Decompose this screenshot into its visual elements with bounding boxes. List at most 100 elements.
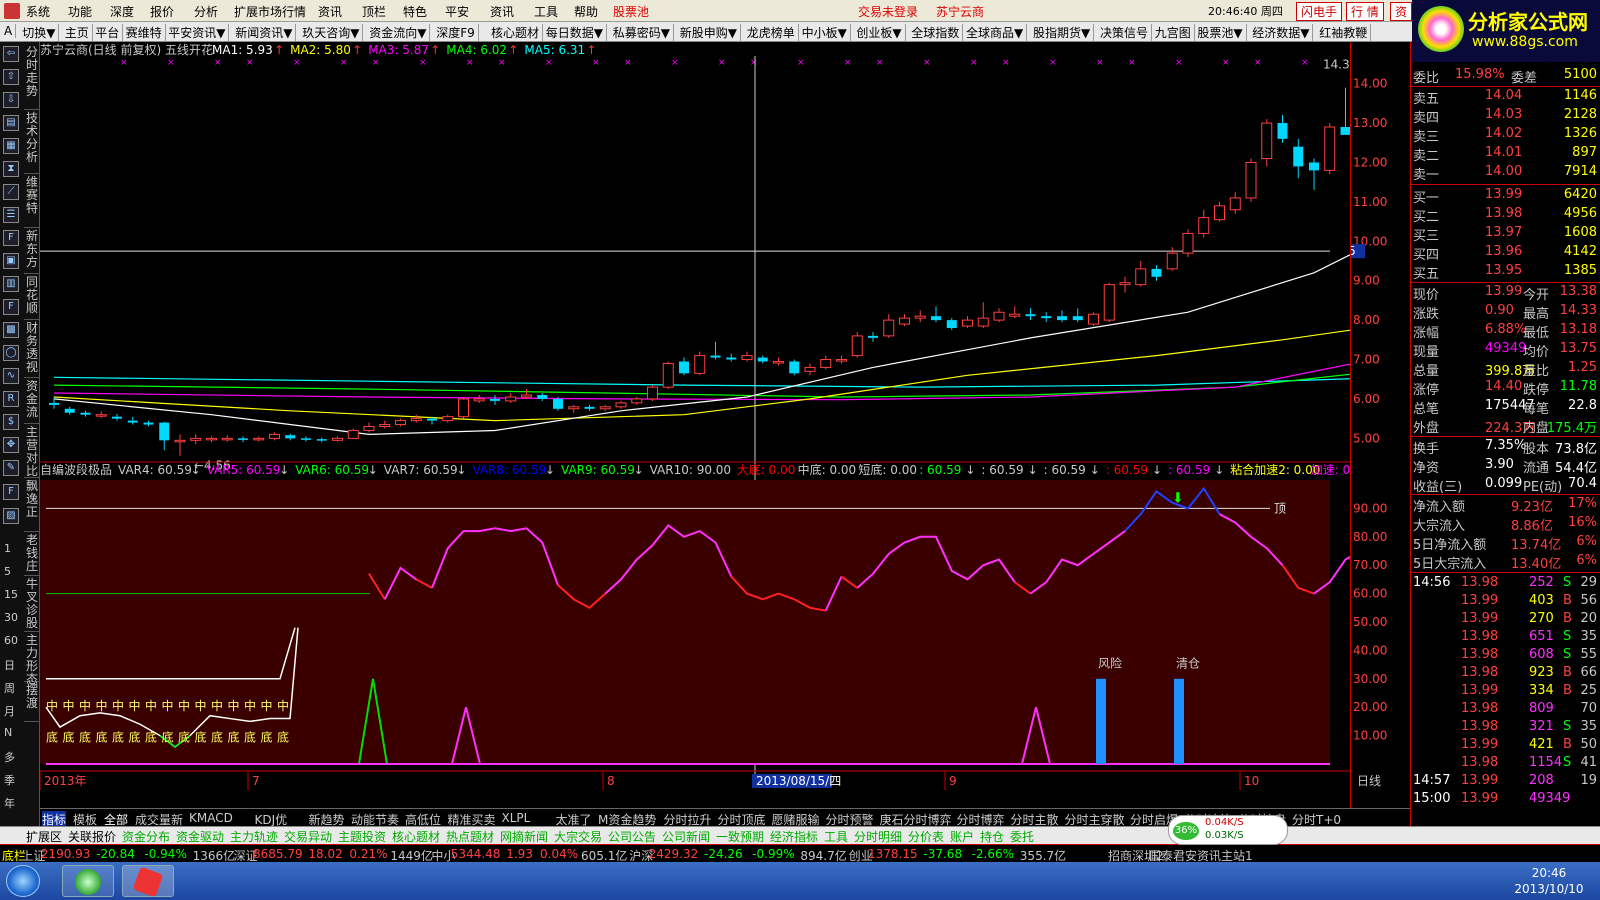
toolbar-item-15[interactable]: 中小板▼: [802, 24, 851, 41]
ext-tab-6[interactable]: 主题投资: [338, 828, 386, 845]
chart-icon[interactable]: ▤: [3, 115, 19, 131]
menu-4[interactable]: 分析: [194, 3, 218, 20]
ext-tab-9[interactable]: 网摘新闻: [500, 828, 548, 845]
side-tab-11[interactable]: 主力形态: [24, 634, 40, 686]
flash-trade-button[interactable]: 闪电手: [1296, 2, 1343, 21]
ext-tab-3[interactable]: 资金驱动: [176, 828, 224, 845]
toolbar-item-10[interactable]: 核心题材: [491, 24, 544, 41]
side-tab-0[interactable]: 分时走势: [24, 46, 40, 110]
toolbar-item-24[interactable]: 红袖教鞭: [1319, 24, 1372, 41]
ext-tab-19[interactable]: 持仓: [980, 828, 1004, 845]
arrow-up-icon[interactable]: ⇧: [3, 69, 19, 85]
side-tab-7[interactable]: 主营对比: [24, 426, 40, 478]
menu-10[interactable]: 资讯: [490, 3, 514, 20]
ext-tab-8[interactable]: 热点题材: [446, 828, 494, 845]
period-5[interactable]: 日: [4, 657, 15, 673]
toolbar-item-13[interactable]: 新股申购▼: [680, 24, 742, 41]
quote-button[interactable]: 行 情: [1346, 2, 1384, 21]
toolbar-item-4[interactable]: 赛维特: [126, 24, 166, 41]
move-icon[interactable]: ✥: [3, 437, 19, 453]
info-button[interactable]: 资: [1390, 2, 1413, 21]
toolbar-item-7[interactable]: 玖天咨询▼: [302, 24, 364, 41]
period-1[interactable]: 5: [4, 565, 11, 578]
side-tab-1[interactable]: 技术分析: [24, 112, 40, 174]
period-4[interactable]: 60: [4, 634, 18, 647]
ext-tab-17[interactable]: 分价表: [908, 828, 944, 845]
ext-tab-16[interactable]: 分时明细: [854, 828, 902, 845]
ext-tab-1[interactable]: 关联报价: [68, 828, 116, 845]
toolbar-item-18[interactable]: 全球商品▼: [966, 24, 1028, 41]
period-11[interactable]: 年: [4, 795, 15, 811]
toolbar-item-11[interactable]: 每日数据▼: [546, 24, 608, 41]
ext-tab-0[interactable]: 扩展区: [26, 828, 62, 845]
period-0[interactable]: 1: [4, 542, 11, 555]
side-tab-2[interactable]: 维赛特: [24, 176, 40, 228]
ext-tab-5[interactable]: 交易异动: [284, 828, 332, 845]
menu-13[interactable]: 股票池: [613, 3, 649, 20]
rsi-icon[interactable]: R: [3, 391, 19, 407]
indicator-tab-4[interactable]: KMACD: [189, 811, 233, 825]
kline-chart-svg[interactable]: 苏宁云商(日线 前复权) 五线开花 MA1: 5.93 ↑ MA2: 5.80 ↑ MA3…: [39, 42, 1409, 832]
fiz-icon[interactable]: F: [3, 299, 19, 315]
ext-tab-2[interactable]: 资金分布: [122, 828, 170, 845]
grid-icon[interactable]: ▦: [3, 138, 19, 154]
fs-icon[interactable]: F: [3, 484, 19, 500]
menu-2[interactable]: 深度: [110, 3, 134, 20]
kline-icon[interactable]: ⧗: [3, 161, 19, 177]
menu-7[interactable]: 顶栏: [362, 3, 386, 20]
side-tab-12[interactable]: 摆渡: [24, 684, 40, 722]
toolbar-item-8[interactable]: 资金流向▼: [369, 24, 431, 41]
news-icon[interactable]: ▣: [3, 253, 19, 269]
toolbar-item-20[interactable]: 决策信号: [1100, 24, 1153, 41]
period-9[interactable]: 多: [4, 749, 15, 765]
ext-tab-15[interactable]: 工具: [824, 828, 848, 845]
table-icon[interactable]: ▩: [3, 322, 19, 338]
ext-tab-11[interactable]: 公司公告: [608, 828, 656, 845]
arrow-down-icon[interactable]: ⇩: [3, 92, 19, 108]
toolbar-item-17[interactable]: 全球指数: [911, 24, 964, 41]
wave-icon[interactable]: ∿: [3, 368, 19, 384]
toolbar-item-1[interactable]: 切换▼: [22, 24, 60, 41]
menu-5[interactable]: 扩展市场行情: [234, 3, 306, 20]
side-tab-9[interactable]: 老钱庄: [24, 534, 40, 576]
toolbar-item-3[interactable]: 平台: [95, 24, 124, 41]
menu-6[interactable]: 资讯: [318, 3, 342, 20]
arrow-left-icon[interactable]: ⇦: [3, 46, 19, 62]
line-icon[interactable]: ⟋: [3, 184, 19, 200]
dollar-icon[interactable]: $: [3, 414, 19, 430]
ext-tab-4[interactable]: 主力轨迹: [230, 828, 278, 845]
side-tab-3[interactable]: 新东方: [24, 230, 40, 274]
toolbar-item-6[interactable]: 新闻资讯▼: [235, 24, 297, 41]
side-tab-5[interactable]: 财务透视: [24, 322, 40, 378]
toolbar-item-2[interactable]: 主页: [65, 24, 93, 41]
toolbar-item-14[interactable]: 龙虎榜单: [747, 24, 799, 41]
period-6[interactable]: 周: [4, 680, 15, 696]
toolbar-item-9[interactable]: 深度F9: [436, 24, 479, 41]
taskbar-app-ie[interactable]: [62, 865, 114, 897]
toolbar-item-0[interactable]: A: [4, 24, 17, 38]
menu-8[interactable]: 特色: [403, 3, 427, 20]
taskbar-app-stock[interactable]: [122, 865, 174, 898]
ext-tab-12[interactable]: 公司新闻: [662, 828, 710, 845]
toolbar-item-5[interactable]: 平安资讯▼: [168, 24, 230, 41]
circle-icon[interactable]: ◯: [3, 345, 19, 361]
menu-0[interactable]: 系统: [26, 3, 50, 20]
list-icon[interactable]: ☰: [3, 207, 19, 223]
ext-tab-7[interactable]: 核心题材: [392, 828, 440, 845]
menu-12[interactable]: 帮助: [574, 3, 598, 20]
menu-11[interactable]: 工具: [534, 3, 558, 20]
side-tab-4[interactable]: 同花顺: [24, 276, 40, 320]
period-7[interactable]: 月: [4, 703, 15, 719]
menu-3[interactable]: 报价: [150, 3, 174, 20]
indicator-tab-10[interactable]: XLPL: [502, 811, 531, 825]
ext-tab-10[interactable]: 大宗交易: [554, 828, 602, 845]
f10-icon[interactable]: F: [3, 230, 19, 246]
period-8[interactable]: N: [4, 726, 12, 739]
menu-1[interactable]: 功能: [68, 3, 92, 20]
toolbar-item-19[interactable]: 股指期货▼: [1033, 24, 1095, 41]
period-3[interactable]: 30: [4, 611, 18, 624]
ext-tab-14[interactable]: 经济指标: [770, 828, 818, 845]
ext-tab-18[interactable]: 账户: [950, 828, 974, 845]
side-tab-8[interactable]: 飘逸正: [24, 480, 40, 532]
side-tab-10[interactable]: 牛叉诊股: [24, 578, 40, 632]
